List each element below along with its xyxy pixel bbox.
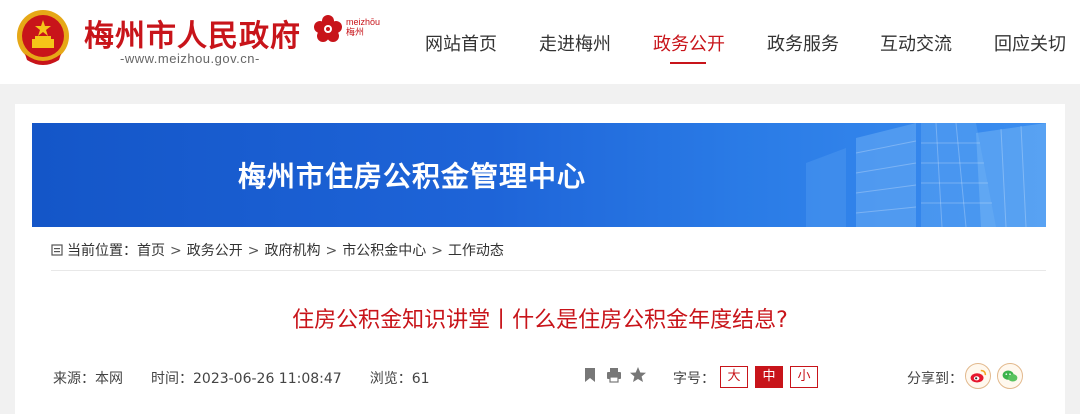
- bookmark-icon[interactable]: [581, 366, 599, 384]
- breadcrumb-separator: >: [431, 243, 443, 259]
- breadcrumb: 当前位置：首页 > 政务公开 > 政府机构 > 市公积金中心 > 工作动态: [51, 240, 504, 260]
- views-label: 浏览：: [369, 371, 412, 387]
- breadcrumb-separator: >: [170, 243, 182, 259]
- nav-item-interaction[interactable]: 互动交流: [880, 30, 952, 56]
- breadcrumb-separator: >: [325, 243, 338, 259]
- breadcrumb-work-news[interactable]: 工作动态: [448, 243, 504, 259]
- breadcrumb-separator: >: [247, 243, 260, 259]
- main-nav: 网站首页 走进梅州 政务公开 政务服务 互动交流 回应关切: [0, 30, 1080, 70]
- font-size-label: 字号：: [673, 371, 715, 387]
- time-value: 2023-06-26 11:08:47: [193, 371, 342, 387]
- time-label: 时间：: [151, 371, 193, 387]
- nav-active-indicator: [670, 62, 706, 64]
- source-value: 本网: [95, 371, 123, 387]
- banner-title: 梅州市住房公积金管理中心: [237, 160, 586, 193]
- article-title: 住房公积金知识讲堂丨什么是住房公积金年度结息?: [292, 308, 788, 333]
- breadcrumb-gov-agencies[interactable]: 政府机构: [264, 243, 320, 259]
- wechat-icon[interactable]: [997, 363, 1023, 389]
- nav-item-home[interactable]: 网站首页: [425, 30, 497, 56]
- breadcrumb-divider: [51, 270, 1046, 271]
- breadcrumb-gov-affairs[interactable]: 政务公开: [187, 243, 243, 259]
- breadcrumb-home[interactable]: 首页: [137, 243, 165, 259]
- nav-item-services[interactable]: 政务服务: [767, 30, 839, 56]
- font-size-small-button[interactable]: 小: [790, 366, 818, 388]
- star-icon[interactable]: [629, 366, 647, 384]
- share-label: 分享到：: [907, 371, 963, 387]
- breadcrumb-housing-fund-center[interactable]: 市公积金中心: [342, 243, 426, 259]
- content-card: 梅州市住房公积金管理中心 当前位置：首页 > 政务公开 > 政府机构 > 市公积金中心 > 工作…: [15, 104, 1065, 414]
- nav-item-gov-affairs[interactable]: 政务公开: [653, 30, 725, 56]
- weibo-icon[interactable]: [965, 363, 991, 389]
- department-banner: 梅州市住房公积金管理中心: [32, 123, 1046, 227]
- site-header: 梅州市人民政府 -www.meizhou.gov.cn- meizhōu 梅州 …: [0, 0, 1080, 84]
- print-icon[interactable]: [605, 366, 623, 384]
- location-icon: [51, 244, 63, 256]
- nav-item-about[interactable]: 走进梅州: [539, 30, 611, 56]
- breadcrumb-prefix: 当前位置：: [67, 243, 137, 259]
- views-value: 61: [411, 371, 430, 387]
- brand-pinyin: meizhōu: [346, 17, 381, 27]
- nav-item-responses[interactable]: 回应关切: [994, 30, 1066, 56]
- article-meta: 来源：本网 时间：2023-06-26 11:08:47 浏览：61: [53, 368, 458, 388]
- font-size-large-button[interactable]: 大: [720, 366, 748, 388]
- font-size-medium-button[interactable]: 中: [755, 366, 783, 388]
- source-label: 来源：: [53, 371, 95, 387]
